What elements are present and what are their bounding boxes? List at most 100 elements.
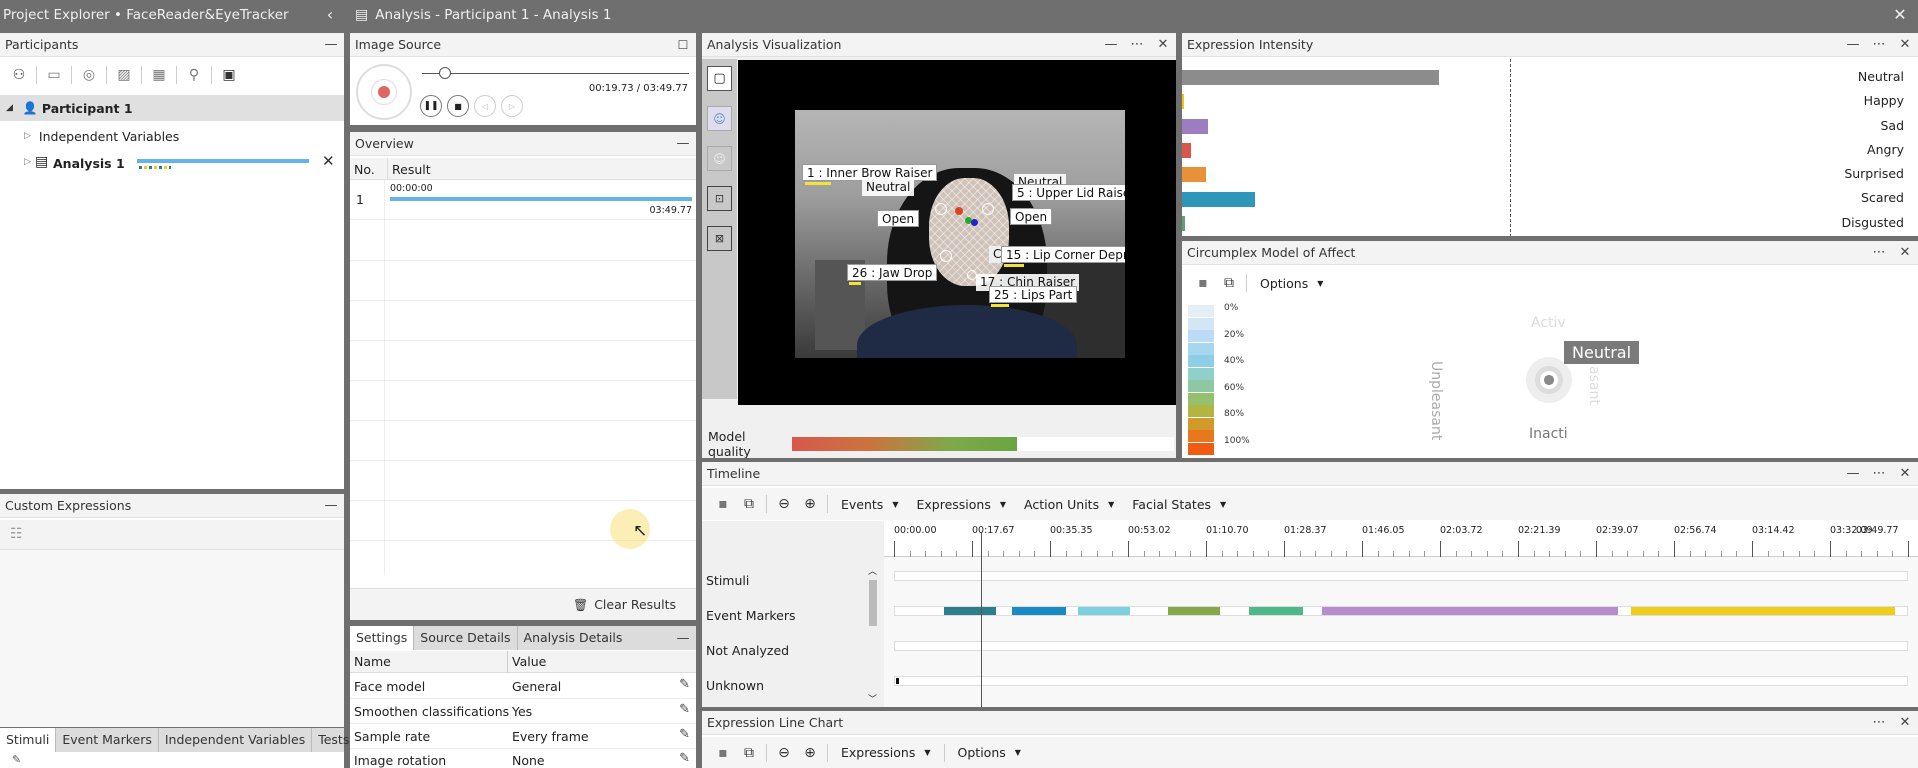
zoom-out-icon[interactable]: ⊖	[771, 740, 797, 766]
options-dropdown[interactable]: Options ▼	[1251, 270, 1332, 296]
timeline-scrollbar[interactable]: ︿ ﹀	[866, 566, 880, 706]
collapse-left-icon[interactable]: ‹	[315, 5, 345, 24]
settings-row-face-model[interactable]: Face model General ✎	[350, 674, 696, 699]
custom-expression-tool-icon[interactable]: ☷	[10, 526, 23, 542]
event-marker-segment[interactable]	[1630, 607, 1895, 615]
edit-icon[interactable]: ✎	[679, 677, 690, 692]
minimize-icon[interactable]: —	[670, 626, 696, 650]
edit-icon[interactable]: ✎	[679, 727, 690, 742]
zoom-in-icon[interactable]: ⊕	[797, 491, 823, 517]
more-icon[interactable]: ⋯	[1866, 462, 1892, 486]
event-marker-segment[interactable]	[1078, 607, 1130, 615]
copy-icon[interactable]: ⧉	[736, 491, 762, 517]
close-analysis-icon[interactable]: ✕	[1882, 5, 1918, 24]
chevron-right-icon[interactable]: ▷	[24, 131, 31, 141]
timeline-track[interactable]: 00:00.00 00:17.67 00:35.35 00:53.02 01:10.70…	[884, 521, 1918, 707]
scroll-up-icon[interactable]: ︿	[868, 564, 877, 577]
minimize-icon[interactable]: —	[1840, 462, 1866, 486]
intensity-bars	[1182, 59, 1842, 236]
scroll-thumb[interactable]	[869, 580, 877, 626]
tab-tests[interactable]: Tests	[312, 728, 355, 752]
save-icon[interactable]: ▪	[710, 491, 736, 517]
edit-icon[interactable]: ✎	[679, 751, 690, 766]
save-icon[interactable]: ▪	[1190, 270, 1216, 296]
chevron-right-icon[interactable]: ▷	[24, 157, 31, 167]
stop-icon[interactable]: ■	[447, 95, 469, 117]
image-analysis-icon[interactable]: ▨	[111, 62, 137, 88]
zoom-icon[interactable]: ⚲	[181, 62, 207, 88]
copy-icon[interactable]: ⧉	[736, 740, 762, 766]
record-button[interactable]	[356, 64, 412, 120]
close-icon[interactable]: ✕	[1892, 33, 1918, 57]
face-box-icon[interactable]: ⊡	[707, 186, 732, 211]
settings-row-sample-rate[interactable]: Sample rate Every frame ✎	[350, 724, 696, 749]
event-marker-segment[interactable]	[1012, 607, 1067, 615]
action-units-dropdown[interactable]: Action Units ▼	[1015, 491, 1123, 517]
line-chart-options-dropdown[interactable]: Options ▼	[949, 740, 1030, 766]
tab-analysis-details[interactable]: Analysis Details	[518, 626, 629, 650]
model-quality-fill	[792, 437, 1018, 451]
events-dropdown[interactable]: Events ▼	[832, 491, 907, 517]
zoom-out-icon[interactable]: ⊖	[771, 491, 797, 517]
expand-icon[interactable]: ◢	[6, 103, 13, 113]
scale-label: 80%	[1224, 409, 1245, 419]
camera-analysis-icon[interactable]: ◎	[76, 62, 102, 88]
monitor-icon[interactable]: ▣	[216, 62, 242, 88]
frame-toggle-icon[interactable]: ▢	[707, 66, 732, 91]
expressions-dropdown[interactable]: Expressions ▼	[907, 491, 1015, 517]
edit-icon[interactable]: ✎	[12, 753, 21, 766]
close-icon[interactable]: ✕	[1150, 33, 1176, 57]
event-marker-segment[interactable]	[1322, 607, 1618, 615]
event-marker-segment[interactable]	[943, 607, 997, 615]
more-icon[interactable]: ⋯	[1866, 711, 1892, 735]
tab-settings[interactable]: Settings	[350, 626, 415, 650]
step-forward-icon[interactable]: ▷	[501, 95, 523, 117]
settings-row-rotation[interactable]: Image rotation None ✎	[350, 749, 696, 768]
minimize-icon[interactable]: —	[1098, 33, 1124, 57]
event-marker-segment[interactable]	[1168, 607, 1220, 615]
minimize-icon[interactable]: —	[318, 494, 344, 518]
batch-icon[interactable]: ▦	[146, 62, 172, 88]
minimize-icon[interactable]: —	[318, 33, 344, 57]
scroll-down-icon[interactable]: ﹀	[868, 692, 877, 705]
minimize-icon[interactable]: —	[670, 132, 696, 156]
landmarks-icon[interactable]: ⊠	[707, 226, 732, 251]
face-model-icon[interactable]: ☺	[707, 146, 732, 171]
tab-stimuli[interactable]: Stimuli	[0, 728, 57, 752]
step-back-icon[interactable]: ◁	[474, 95, 496, 117]
zoom-in-icon[interactable]: ⊕	[797, 740, 823, 766]
tree-item-independent-variables[interactable]: ▷ Independent Variables	[0, 123, 344, 149]
close-icon[interactable]: ✕	[1892, 711, 1918, 735]
event-marker-segment[interactable]	[1249, 607, 1303, 615]
overview-row[interactable]: 1 00:00:00 03:49.77	[350, 180, 696, 220]
timeline-playhead[interactable]	[981, 533, 983, 707]
copy-icon[interactable]: ⧉	[1216, 270, 1242, 296]
scale-swatch	[1188, 355, 1214, 367]
face-overlay-icon[interactable]: ☺	[707, 106, 732, 131]
minimize-icon[interactable]: —	[1840, 33, 1866, 57]
more-icon[interactable]: ⋯	[1866, 241, 1892, 265]
tab-source-details[interactable]: Source Details	[414, 626, 518, 650]
save-icon[interactable]: ▪	[710, 740, 736, 766]
line-chart-expressions-dropdown[interactable]: Expressions ▼	[832, 740, 940, 766]
more-icon[interactable]: ⋯	[1124, 33, 1150, 57]
add-participant-icon[interactable]: ⚇	[6, 62, 32, 88]
settings-row-smoothen[interactable]: Smoothen classifications Yes ✎	[350, 699, 696, 724]
pause-icon[interactable]: ❚❚	[420, 95, 442, 117]
more-icon[interactable]: ⋯	[1866, 33, 1892, 57]
facial-states-dropdown[interactable]: Facial States ▼	[1123, 491, 1235, 517]
tree-item-analysis[interactable]: ▷ ▤ Analysis 1 ✕	[0, 151, 344, 179]
participant-row[interactable]: ◢ 👤 Participant 1	[0, 95, 344, 121]
tab-independent-variables[interactable]: Independent Variables	[159, 728, 313, 752]
add-analysis-icon[interactable]: ▭	[41, 62, 67, 88]
seek-thumb[interactable]	[438, 67, 451, 79]
remove-analysis-icon[interactable]: ✕	[322, 152, 335, 170]
close-icon[interactable]: ✕	[1892, 462, 1918, 486]
tab-event-markers[interactable]: Event Markers	[56, 728, 159, 752]
seek-track[interactable]	[422, 73, 689, 74]
edit-icon[interactable]: ✎	[679, 702, 690, 717]
maximize-icon[interactable]: ☐	[670, 33, 696, 57]
clear-results-button[interactable]: 🗑 Clear Results	[573, 597, 676, 612]
expressions-label: Expressions	[841, 745, 916, 760]
close-icon[interactable]: ✕	[1892, 241, 1918, 265]
